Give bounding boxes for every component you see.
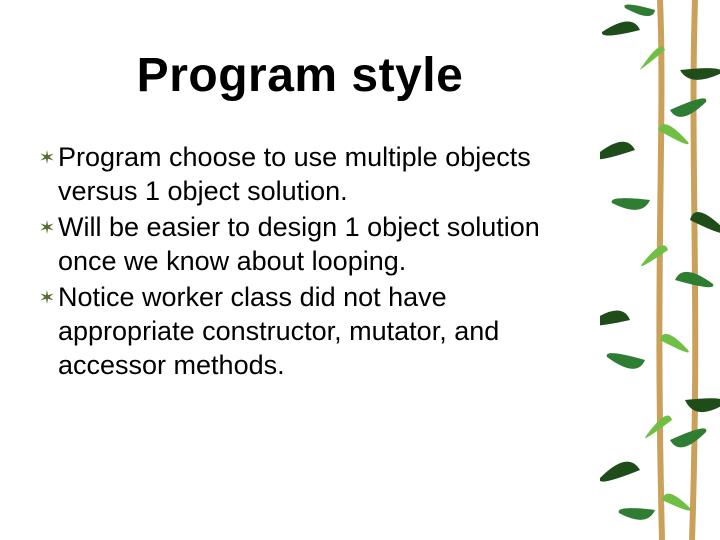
- list-item: Program choose to use multiple objects v…: [36, 140, 566, 208]
- list-item-text: Will be easier to design 1 object soluti…: [58, 210, 566, 278]
- asterisk-icon: [36, 140, 58, 174]
- list-item-text: Program choose to use multiple objects v…: [58, 140, 566, 208]
- list-item: Will be easier to design 1 object soluti…: [36, 210, 566, 278]
- slide-title: Program style: [0, 48, 600, 103]
- slide: Program style Program choose to use mult…: [0, 0, 720, 540]
- list-item-text: Notice worker class did not have appropr…: [58, 280, 566, 382]
- asterisk-icon: [36, 210, 58, 244]
- list-item: Notice worker class did not have appropr…: [36, 280, 566, 382]
- bamboo-leaves-decoration: [600, 0, 720, 540]
- asterisk-icon: [36, 280, 58, 314]
- bullet-list: Program choose to use multiple objects v…: [36, 140, 566, 384]
